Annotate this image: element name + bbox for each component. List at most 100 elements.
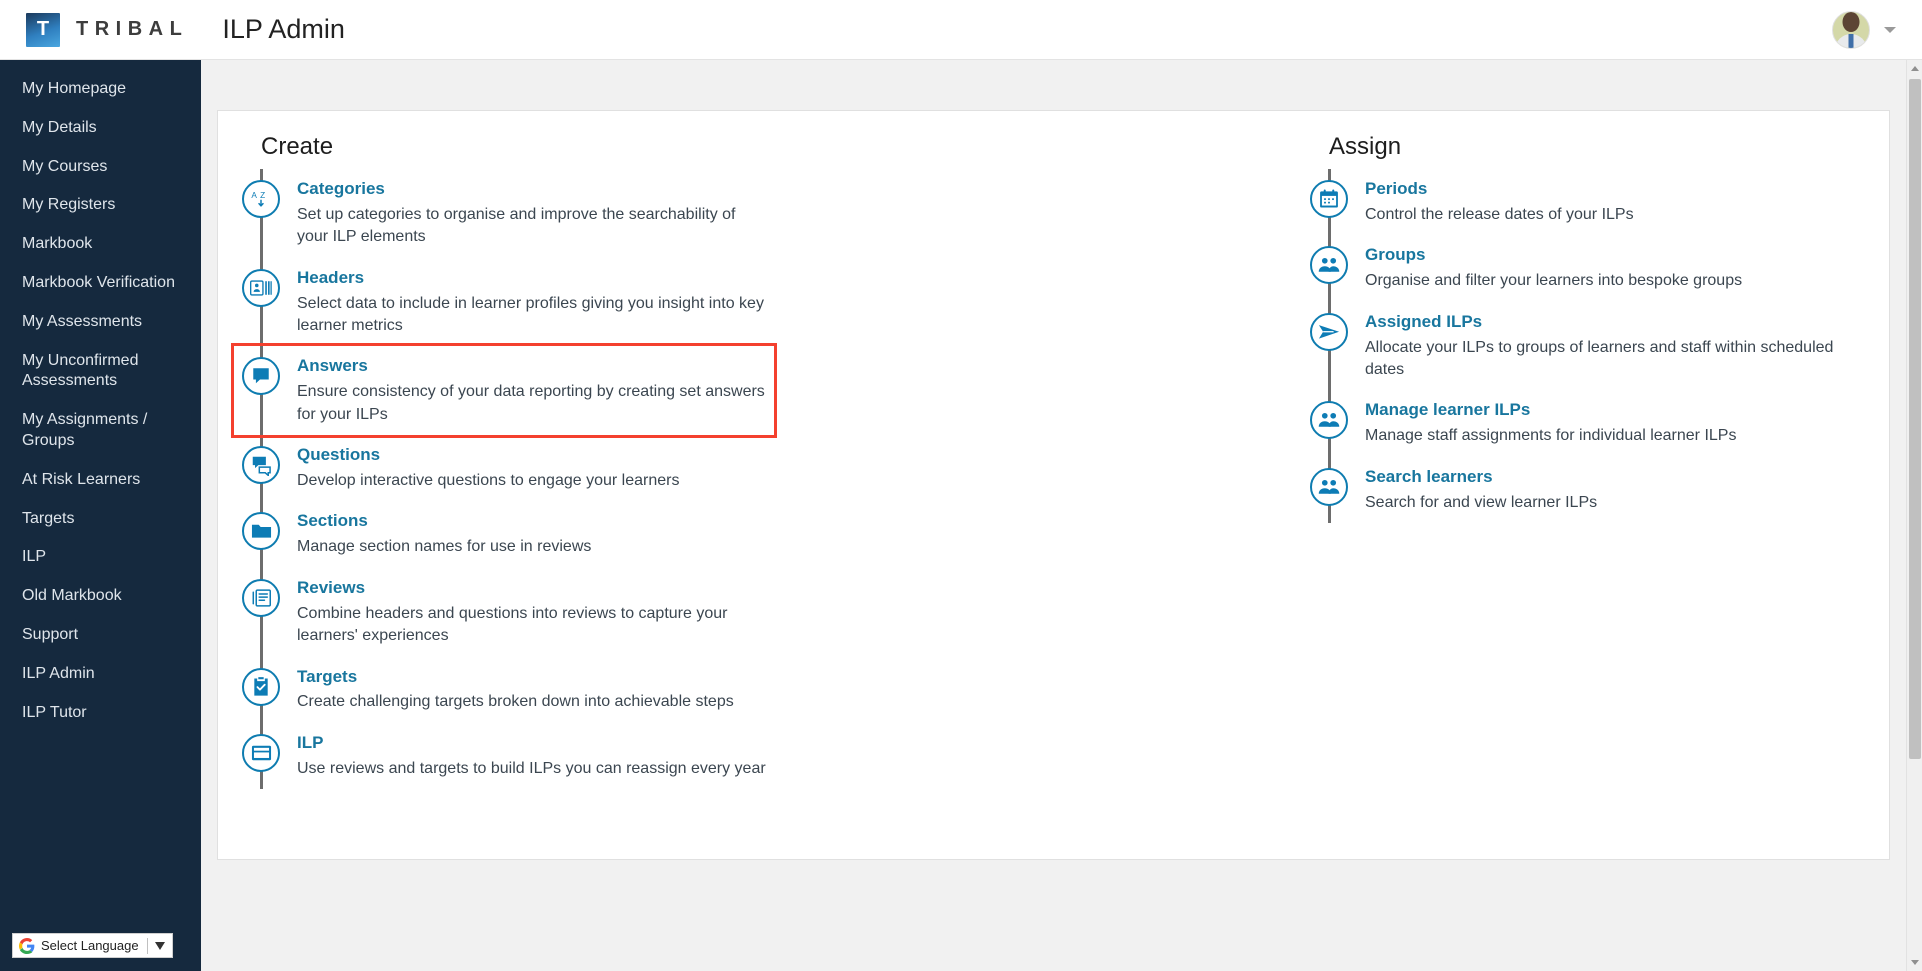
timeline-item-description: Select data to include in learner profil… (297, 293, 767, 338)
sidebar-item-my-registers[interactable]: My Registers (0, 186, 201, 225)
tribal-wordmark: TRIBAL (76, 18, 188, 41)
sidebar-item-my-details[interactable]: My Details (0, 109, 201, 148)
create-column: Create AZCategoriesSet up categories to … (218, 133, 778, 789)
sidebar-item-my-assignments-groups[interactable]: My Assignments / Groups (0, 401, 201, 461)
link-groups[interactable]: Groups (1365, 245, 1425, 264)
link-answers[interactable]: Answers (297, 356, 368, 375)
people-group-icon (1310, 468, 1348, 506)
link-targets[interactable]: Targets (297, 667, 357, 686)
triangle-down-icon[interactable] (155, 942, 165, 950)
sidebar-item-my-homepage[interactable]: My Homepage (0, 70, 201, 109)
scroll-up-arrow[interactable] (1907, 60, 1922, 77)
sidebar-item-targets[interactable]: Targets (0, 500, 201, 539)
timeline-item-description: Control the release dates of your ILPs (1365, 204, 1634, 226)
calendar-icon (1310, 180, 1348, 218)
sidebar-item-my-courses[interactable]: My Courses (0, 148, 201, 187)
tribal-logo-mark: T (26, 13, 60, 47)
people-group-icon (1310, 246, 1348, 284)
account-area (1832, 11, 1896, 49)
sidebar-item-markbook-verification[interactable]: Markbook Verification (0, 264, 201, 303)
assign-column: Assign PeriodsControl the release dates … (1286, 133, 1846, 789)
timeline-item[interactable]: Reviews Combine headers and questions int… (234, 568, 778, 657)
timeline-item-description: Use reviews and targets to build ILPs yo… (297, 758, 766, 780)
id-card-icon (242, 269, 280, 307)
timeline-item[interactable]: Assigned ILPsAllocate your ILPs to group… (1302, 302, 1846, 391)
timeline-item[interactable]: Sections Manage section names for use in … (234, 501, 778, 567)
language-selector[interactable]: Select Language (12, 933, 173, 958)
sidebar-item-markbook[interactable]: Markbook (0, 225, 201, 264)
svg-text:A: A (251, 191, 257, 200)
content-area: Create AZCategoriesSet up categories to … (201, 60, 1906, 971)
timeline-item-body: Headers Select data to include in learner… (297, 267, 767, 338)
window-panel-icon (242, 734, 280, 772)
sidebar-item-ilp[interactable]: ILP (0, 538, 201, 577)
link-questions[interactable]: Questions (297, 445, 380, 464)
vertical-scrollbar[interactable] (1906, 60, 1922, 971)
brand-logo[interactable]: T TRIBAL (26, 13, 188, 47)
language-selector-label: Select Language (41, 938, 139, 953)
divider (147, 938, 148, 954)
sidebar-item-my-assessments[interactable]: My Assessments (0, 303, 201, 342)
timeline-item-description: Set up categories to organise and improv… (297, 204, 767, 249)
az-sort-icon: AZ (242, 180, 280, 218)
columns: Create AZCategoriesSet up categories to … (218, 111, 1889, 789)
timeline-item[interactable]: Manage learner ILPs Manage staff assignme… (1302, 390, 1846, 456)
timeline-item-description: Manage staff assignments for individual … (1365, 425, 1736, 447)
paper-plane-icon (1310, 313, 1348, 351)
create-timeline: AZ Categories Set up categories to organis… (234, 169, 778, 789)
timeline-item-description: Manage section names for use in reviews (297, 536, 591, 558)
sidebar-item-at-risk-learners[interactable]: At Risk Learners (0, 461, 201, 500)
timeline-item[interactable]: QuestionsDevelop interactive questions t… (234, 435, 778, 501)
timeline-item-description: Search for and view learner ILPs (1365, 492, 1597, 514)
assign-timeline: Periods Control the release dates of your… (1302, 169, 1846, 523)
clipboard-check-icon (242, 668, 280, 706)
folder-icon (242, 512, 280, 550)
timeline-item-body: Manage learner ILPs Manage staff assignme… (1365, 399, 1736, 447)
sidebar-item-ilp-tutor[interactable]: ILP Tutor (0, 694, 201, 733)
timeline-item-body: Targets Create challenging targets broken… (297, 666, 734, 714)
timeline-item-description: Create challenging targets broken down i… (297, 691, 734, 713)
link-headers[interactable]: Headers (297, 268, 364, 287)
link-assigned-ilps[interactable]: Assigned ILPs (1365, 312, 1482, 331)
document-list-icon (242, 579, 280, 617)
link-ilp[interactable]: ILP (297, 733, 323, 752)
timeline-item[interactable]: Targets Create challenging targets broken… (234, 657, 778, 723)
link-manage-learner-ilps[interactable]: Manage learner ILPs (1365, 400, 1530, 419)
avatar-tie (1849, 34, 1854, 48)
timeline-item-body: Sections Manage section names for use in … (297, 510, 591, 558)
sidebar: My HomepageMy DetailsMy CoursesMy Regist… (0, 60, 201, 971)
timeline-item-description: Ensure consistency of your data reportin… (297, 381, 767, 426)
avatar[interactable] (1832, 11, 1870, 49)
timeline-item[interactable]: AZ Categories Set up categories to organis… (234, 169, 778, 258)
link-search-learners[interactable]: Search learners (1365, 467, 1493, 486)
sidebar-item-ilp-admin[interactable]: ILP Admin (0, 655, 201, 694)
timeline-item[interactable]: Search learners Search for and view learn… (1302, 457, 1846, 523)
timeline-item-body: Assigned ILPsAllocate your ILPs to group… (1365, 311, 1835, 382)
timeline-item-body: Reviews Combine headers and questions int… (297, 577, 767, 648)
timeline-item[interactable]: ILP Use reviews and targets to build ILPs… (234, 723, 778, 789)
timeline-item[interactable]: Headers Select data to include in learner… (234, 258, 778, 347)
link-reviews[interactable]: Reviews (297, 578, 365, 597)
timeline-item-description: Combine headers and questions into revie… (297, 603, 767, 648)
page-title: ILP Admin (222, 14, 345, 45)
timeline-item-body: GroupsOrganise and filter your learners … (1365, 244, 1742, 292)
timeline-item[interactable]: GroupsOrganise and filter your learners … (1302, 235, 1846, 301)
admin-panel: Create AZCategoriesSet up categories to … (217, 110, 1890, 860)
top-bar: T TRIBAL ILP Admin (0, 0, 1922, 60)
scrollbar-thumb[interactable] (1909, 79, 1921, 759)
avatar-face (1843, 12, 1860, 32)
sidebar-item-old-markbook[interactable]: Old Markbook (0, 577, 201, 616)
scroll-down-arrow[interactable] (1907, 954, 1922, 971)
link-sections[interactable]: Sections (297, 511, 368, 530)
sidebar-item-support[interactable]: Support (0, 616, 201, 655)
chevron-down-icon[interactable] (1884, 27, 1896, 33)
timeline-item[interactable]: Periods Control the release dates of your… (1302, 169, 1846, 235)
timeline-item-body: ILP Use reviews and targets to build ILPs… (297, 732, 766, 780)
timeline-item-body: Answers Ensure consistency of your data r… (297, 355, 767, 426)
people-group-icon (1310, 401, 1348, 439)
link-periods[interactable]: Periods (1365, 179, 1427, 198)
timeline-item-body: Categories Set up categories to organise … (297, 178, 767, 249)
timeline-item[interactable]: Answers Ensure consistency of your data r… (234, 346, 774, 435)
link-categories[interactable]: Categories (297, 179, 385, 198)
sidebar-item-my-unconfirmed-assessments[interactable]: My Unconfirmed Assessments (0, 342, 201, 402)
